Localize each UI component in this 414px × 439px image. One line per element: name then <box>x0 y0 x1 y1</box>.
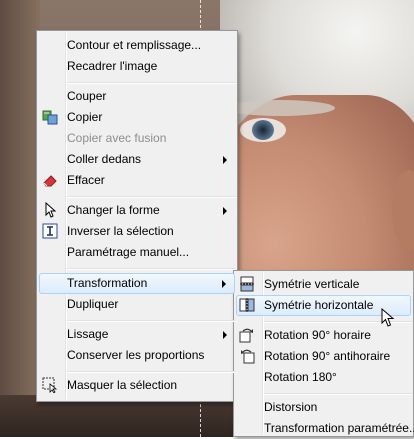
mouse-pointer-icon <box>381 308 395 327</box>
hide-selection-icon <box>42 377 58 393</box>
menu-item-copier[interactable]: Copier <box>39 107 235 128</box>
menu-item-label: Distorsion <box>264 400 318 414</box>
menu-item-label: Lissage <box>67 327 109 341</box>
submenu-item-rotation-horaire[interactable]: Rotation 90° horaire <box>236 325 411 346</box>
submenu-arrow-icon <box>223 156 227 164</box>
submenu-arrow-icon <box>223 207 227 215</box>
menu-separator <box>67 371 235 373</box>
menu-item-label: Symétrie horizontale <box>264 298 374 312</box>
menu-item-recadrer-image[interactable]: Recadrer l'image <box>39 56 235 77</box>
menu-item-label: Coller dedans <box>67 152 142 166</box>
submenu-item-transformation-parametree[interactable]: Transformation paramétrée... <box>236 418 414 439</box>
menu-item-lissage[interactable]: Lissage <box>39 324 235 345</box>
menu-item-parametrage-manuel[interactable]: Paramétrage manuel... <box>39 242 235 263</box>
menu-item-changer-forme[interactable]: Changer la forme <box>39 200 235 221</box>
menu-item-label: Transformation paramétrée... <box>264 421 414 435</box>
flip-vertical-icon <box>240 276 254 292</box>
menu-item-copier-avec-fusion: Copier avec fusion <box>39 128 235 149</box>
menu-separator <box>67 320 235 322</box>
menu-separator <box>67 82 235 84</box>
menu-item-couper[interactable]: Couper <box>39 86 235 107</box>
menu-item-label: Copier <box>67 110 103 124</box>
eraser-icon <box>43 175 57 187</box>
transformation-submenu: Symétrie verticale Symétrie horizontale … <box>233 270 414 437</box>
menu-item-masquer-selection[interactable]: Masquer la sélection <box>39 375 235 396</box>
rotate-counterclockwise-icon <box>241 349 255 364</box>
menu-item-label: Contour et remplissage... <box>67 38 202 52</box>
menu-separator <box>264 393 411 395</box>
copy-icon <box>42 110 58 125</box>
eyebrow <box>225 100 335 116</box>
submenu-item-symetrie-verticale[interactable]: Symétrie verticale <box>236 274 411 295</box>
submenu-arrow-icon <box>222 280 226 288</box>
menu-item-label: Masquer la sélection <box>67 378 178 392</box>
submenu-arrow-icon <box>223 331 227 339</box>
flip-horizontal-icon <box>239 298 255 312</box>
menu-item-label: Rotation 90° horaire <box>264 328 371 342</box>
menu-item-dupliquer[interactable]: Dupliquer <box>39 294 235 315</box>
menu-item-label: Transformation <box>67 276 148 290</box>
pointer-arrow-icon <box>45 202 57 218</box>
submenu-item-distorsion[interactable]: Distorsion <box>236 397 411 418</box>
context-menu: Contour et remplissage... Recadrer l'ima… <box>36 30 238 402</box>
submenu-item-rotation-180[interactable]: Rotation 180° <box>236 367 411 388</box>
menu-item-label: Rotation 90° antihoraire <box>264 349 391 363</box>
menu-item-label: Changer la forme <box>67 203 160 217</box>
menu-item-inverser-selection[interactable]: Inverser la sélection <box>39 221 235 242</box>
rotate-clockwise-icon <box>239 328 253 343</box>
menu-item-label: Paramétrage manuel... <box>67 245 190 259</box>
menu-item-contour-remplissage[interactable]: Contour et remplissage... <box>39 35 235 56</box>
text-cursor-icon <box>42 223 58 239</box>
menu-item-label: Rotation 180° <box>264 370 337 384</box>
menu-separator <box>67 268 235 270</box>
submenu-item-rotation-antihoraire[interactable]: Rotation 90° antihoraire <box>236 346 411 367</box>
menu-item-label: Inverser la sélection <box>67 224 174 238</box>
menu-item-label: Conserver les proportions <box>67 348 205 362</box>
menu-item-label: Recadrer l'image <box>67 59 158 73</box>
menu-item-conserver-proportions[interactable]: Conserver les proportions <box>39 345 235 366</box>
eye-iris <box>252 120 274 140</box>
menu-item-label: Dupliquer <box>67 297 119 311</box>
menu-item-effacer[interactable]: Effacer <box>39 170 235 191</box>
menu-item-label: Effacer <box>67 173 105 187</box>
menu-item-label: Symétrie verticale <box>264 277 360 291</box>
menu-item-coller-dedans[interactable]: Coller dedans <box>39 149 235 170</box>
menu-item-transformation[interactable]: Transformation <box>39 273 235 294</box>
menu-separator <box>67 196 235 198</box>
menu-item-label: Couper <box>67 89 107 103</box>
menu-item-label: Copier avec fusion <box>67 131 167 145</box>
